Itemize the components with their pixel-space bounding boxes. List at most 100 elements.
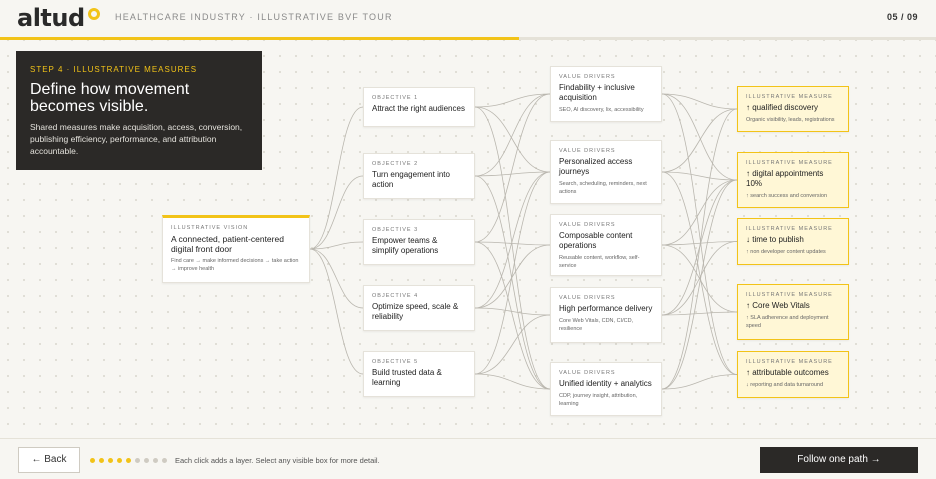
measure-label: ILLUSTRATIVE MEASURE [746,94,833,100]
value-driver-detail: Core Web Vitals, CDN, CI/CD, resilience [559,318,634,332]
connector-line [474,171,551,177]
step-card: STEP 4 · ILLUSTRATIVE MEASURES Define ho… [16,51,262,170]
connector-line [309,248,364,375]
step-dot [153,458,158,463]
step-dot [108,458,113,463]
objective-label: OBJECTIVE 2 [372,161,419,167]
vision-detail: Find care → make informed decisions → ta… [171,258,299,272]
connector-line [474,244,551,309]
value-driver-box[interactable]: VALUE DRIVERS Personalized access journe… [550,140,662,204]
slide-counter: 05 / 09 [886,12,918,22]
objective-box[interactable]: OBJECTIVE 1 Attract the right audiences [363,87,475,127]
breadcrumb: HEALTHCARE INDUSTRY · ILLUSTRATIVE BVF T… [115,12,393,22]
step-dot [135,458,140,463]
objective-box[interactable]: OBJECTIVE 4 Optimize speed, scale & reli… [363,285,475,331]
value-driver-label: VALUE DRIVERS [559,295,616,301]
measure-box[interactable]: ILLUSTRATIVE MEASURE ↑ digital appointme… [737,152,849,208]
measure-detail: ↑ search success and conversion [746,193,828,199]
measure-title: ↓ time to publish [746,235,804,244]
objective-box[interactable]: OBJECTIVE 5 Build trusted data & learnin… [363,351,475,397]
value-driver-box[interactable]: VALUE DRIVERS Composable content operati… [550,214,662,276]
footer: ← Back Each click adds a layer. Select a… [0,438,936,479]
value-driver-detail: SEO, AI discovery, lix, accessibility [559,107,644,113]
back-button[interactable]: ← Back [18,447,80,473]
objective-label: OBJECTIVE 5 [372,359,419,365]
vision-label: ILLUSTRATIVE VISION [171,225,249,231]
measure-box[interactable]: ILLUSTRATIVE MEASURE ↑ Core Web Vitals ↑… [737,284,849,340]
connector-line [474,93,551,108]
follow-path-button[interactable]: Follow one path → [760,447,918,473]
measure-box[interactable]: ILLUSTRATIVE MEASURE ↓ time to publish ↑… [737,218,849,265]
value-driver-label: VALUE DRIVERS [559,74,616,80]
objective-title: Turn engagement into action [372,170,450,189]
connector-line [309,241,364,250]
step-dot [90,458,95,463]
value-driver-title: Personalized access journeys [559,157,633,176]
value-driver-label: VALUE DRIVERS [559,222,616,228]
value-driver-detail: CDP, journey insight, attribution, learn… [559,393,638,407]
objective-title: Empower teams & simplify operations [372,236,439,255]
connector-line [474,171,551,309]
step-dot [126,458,131,463]
measure-label: ILLUSTRATIVE MEASURE [746,160,833,166]
connector-line [661,108,738,390]
objective-label: OBJECTIVE 4 [372,293,419,299]
altud-logo[interactable]: altud [17,4,85,32]
connector-line [661,171,738,375]
value-driver-box[interactable]: VALUE DRIVERS Unified identity + analyti… [550,362,662,416]
step-dot [162,458,167,463]
objective-title: Attract the right audiences [372,104,465,113]
objective-title: Optimize speed, scale & reliability [372,302,459,321]
value-driver-detail: Search, scheduling, reminders, next acti… [559,181,647,195]
value-driver-title: Unified identity + analytics [559,379,652,388]
step-dot [117,458,122,463]
connector-line [661,93,738,181]
connector-line [474,175,551,390]
vision-title: A connected, patient-centered digital fr… [171,234,284,254]
connector-line [474,241,551,246]
measure-box[interactable]: ILLUSTRATIVE MEASURE ↑ attributable outc… [737,351,849,398]
value-driver-label: VALUE DRIVERS [559,370,616,376]
connector-line [661,179,738,390]
step-dot [144,458,149,463]
measure-label: ILLUSTRATIVE MEASURE [746,226,833,232]
measure-box[interactable]: ILLUSTRATIVE MEASURE ↑ qualified discove… [737,86,849,132]
connector-line [309,175,364,250]
progress-bar [0,37,520,40]
value-driver-label: VALUE DRIVERS [559,148,616,154]
measure-title: ↑ qualified discovery [746,103,819,112]
measure-label: ILLUSTRATIVE MEASURE [746,292,833,298]
measure-detail: ↓ reporting and data turnaround [746,382,824,388]
hint-text: Each click adds a layer. Select any visi… [175,456,380,465]
connector-line [309,106,364,250]
measure-title: ↑ digital appointments 10% [746,169,824,188]
measure-title: ↑ Core Web Vitals [746,301,810,310]
vision-box[interactable]: ILLUSTRATIVE VISION A connected, patient… [162,215,310,283]
objective-box[interactable]: OBJECTIVE 3 Empower teams & simplify ope… [363,219,475,265]
connector-line [474,314,551,375]
step-title: Define how movement becomes visible. [30,81,190,115]
value-driver-title: Composable content operations [559,231,633,250]
measure-label: ILLUSTRATIVE MEASURE [746,359,833,365]
connector-line [474,171,551,375]
connector-line [661,93,738,110]
connector-line [309,248,364,309]
connector-line [474,106,551,390]
measure-title: ↑ attributable outcomes [746,368,829,377]
objective-label: OBJECTIVE 3 [372,227,419,233]
connector-line [661,241,738,316]
step-description: Shared measures make acquisition, access… [30,122,243,156]
objective-box[interactable]: OBJECTIVE 2 Turn engagement into action [363,153,475,199]
measure-detail: ↑ SLA adherence and deployment speed [746,315,829,329]
measure-detail: ↑ non developer content updates [746,249,826,255]
value-driver-box[interactable]: VALUE DRIVERS High performance delivery … [550,287,662,343]
objective-label: OBJECTIVE 1 [372,95,419,101]
value-driver-detail: Reusable content, workflow, self-service [559,255,640,269]
value-driver-box[interactable]: VALUE DRIVERS Findability + inclusive ac… [550,66,662,122]
objective-title: Build trusted data & learning [372,368,442,387]
step-dot [99,458,104,463]
logo-dot-icon [88,8,100,20]
value-driver-title: High performance delivery [559,304,653,313]
step-label: STEP 4 · ILLUSTRATIVE MEASURES [30,65,198,74]
measure-detail: Organic visibility, leads, registrations [746,117,835,123]
